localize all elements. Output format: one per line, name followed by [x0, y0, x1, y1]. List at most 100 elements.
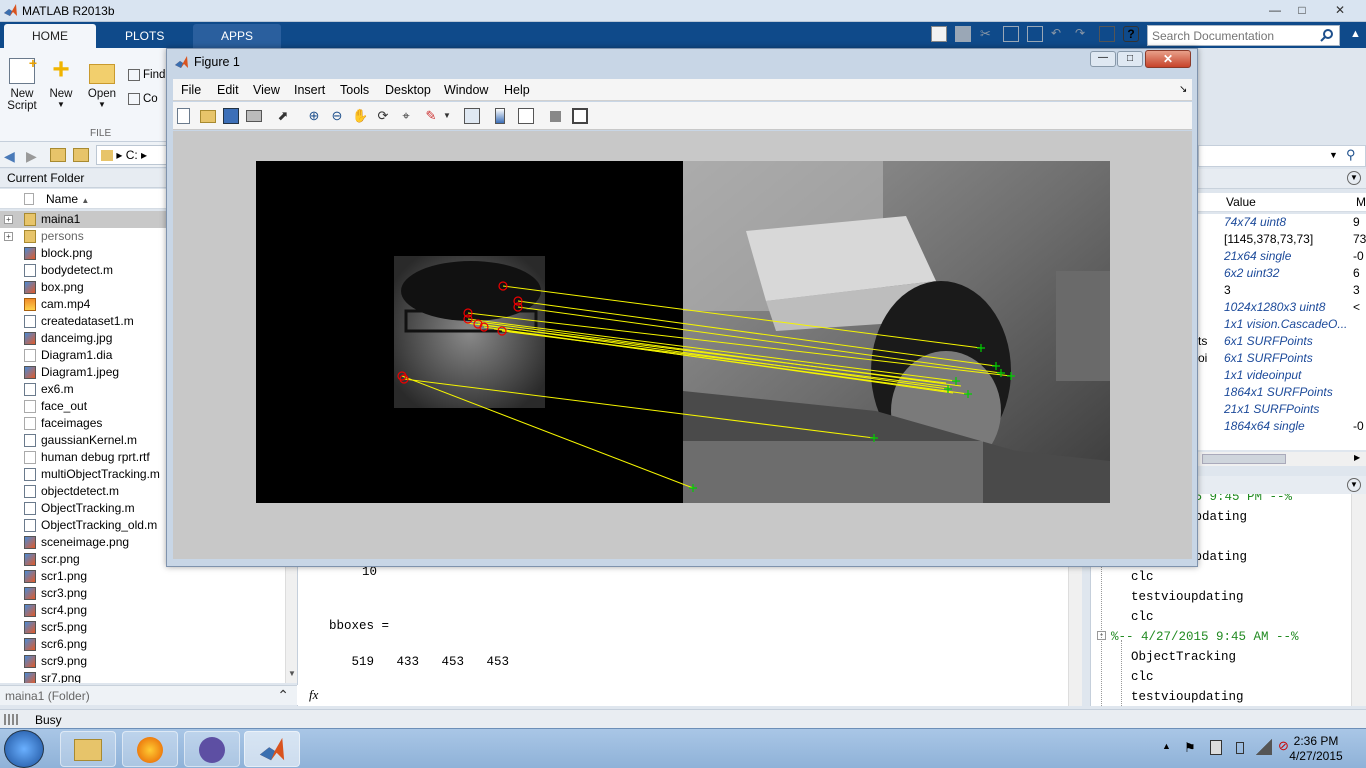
figure-close-button[interactable]: ✕	[1145, 50, 1191, 68]
paste-icon[interactable]	[1027, 26, 1043, 42]
menu-tools[interactable]: Tools	[340, 83, 369, 97]
maximize-button[interactable]: □	[1290, 2, 1314, 18]
history-command[interactable]: clc	[1131, 610, 1154, 624]
dropdown-arrow-icon[interactable]: ▼	[1329, 150, 1338, 160]
path-field[interactable]: ▸ C: ▸	[96, 145, 168, 165]
tab-plots[interactable]: PLOTS	[97, 24, 192, 48]
command-scrollbar[interactable]	[1068, 565, 1082, 706]
open-file-icon[interactable]	[200, 110, 216, 123]
expand-folder-icon[interactable]: +	[4, 215, 13, 224]
menu-help[interactable]: Help	[504, 83, 530, 97]
history-command[interactable]: testvioupdating	[1131, 590, 1244, 604]
copy-icon[interactable]	[1003, 26, 1019, 42]
history-command[interactable]: ObjectTracking	[1131, 650, 1236, 664]
open-button[interactable]: Open ▼	[85, 58, 119, 109]
switch-window-icon[interactable]	[1099, 26, 1115, 42]
start-button[interactable]	[4, 730, 44, 768]
help-icon[interactable]: ?	[1123, 26, 1139, 42]
find-files-button[interactable]: Find	[128, 69, 165, 81]
command-window[interactable]: 10 bboxes = 519 433 453 453	[297, 565, 1082, 706]
layout-icon[interactable]	[931, 26, 947, 42]
explorer-taskbar-button[interactable]	[60, 731, 116, 767]
workspace-row[interactable]: 1864x64 single -0	[1198, 418, 1366, 435]
network-icon[interactable]	[1256, 739, 1272, 755]
cut-icon[interactable]: ✂	[980, 26, 996, 42]
redo-icon[interactable]: ↷	[1075, 26, 1091, 42]
tab-apps[interactable]: APPS	[193, 24, 282, 48]
min-column-header[interactable]: M	[1356, 195, 1366, 209]
history-actions-icon[interactable]: ▼	[1347, 478, 1361, 492]
taskbar-clock[interactable]: 2:36 PM 4/27/2015	[1280, 734, 1352, 764]
search-icon[interactable]	[1320, 28, 1334, 42]
app-taskbar-button[interactable]	[184, 731, 240, 767]
zoom-out-icon[interactable]: ⊖	[329, 108, 345, 124]
ribbon-collapse-icon[interactable]: ▲	[1350, 28, 1362, 40]
expand-folder-icon[interactable]: +	[4, 232, 13, 241]
file-type-column-icon[interactable]	[24, 193, 34, 205]
file-row[interactable]: scr1.png	[0, 568, 285, 585]
name-column-header[interactable]: Name ▲	[46, 192, 89, 206]
documentation-search-input[interactable]	[1147, 25, 1340, 46]
menu-edit[interactable]: Edit	[217, 83, 239, 97]
menu-desktop[interactable]: Desktop	[385, 83, 431, 97]
history-command[interactable]: clc	[1131, 570, 1154, 584]
search-icon[interactable]: ⚲	[1346, 147, 1356, 163]
workspace-row[interactable]: 1x1 videoinput	[1198, 367, 1366, 384]
file-row[interactable]: scr5.png	[0, 619, 285, 636]
minimize-button[interactable]: —	[1263, 2, 1287, 18]
new-script-button[interactable]: + New Script	[4, 55, 40, 112]
firefox-taskbar-button[interactable]	[122, 731, 178, 767]
history-command[interactable]: clc	[1131, 670, 1154, 684]
menu-window[interactable]: Window	[444, 83, 488, 97]
file-row[interactable]: scr4.png	[0, 602, 285, 619]
expand-details-icon[interactable]: ⌃	[277, 687, 289, 704]
legend-icon[interactable]	[518, 108, 534, 124]
undo-icon[interactable]: ↶	[1051, 26, 1067, 42]
show-tools-icon[interactable]	[572, 108, 588, 124]
brush-icon[interactable]: ✎	[423, 108, 439, 124]
close-button[interactable]: ✕	[1328, 2, 1352, 18]
data-cursor-icon[interactable]: ⌖	[398, 108, 414, 124]
matlab-taskbar-button[interactable]	[244, 731, 300, 767]
forward-icon[interactable]: ▶	[26, 148, 37, 165]
workspace-row[interactable]: 6x2 uint32 6	[1198, 265, 1366, 282]
browse-folder-icon[interactable]	[73, 148, 89, 162]
back-icon[interactable]: ◀	[4, 148, 15, 165]
link-plot-icon[interactable]	[464, 108, 480, 124]
file-row[interactable]: scr9.png	[0, 653, 285, 670]
menu-view[interactable]: View	[253, 83, 280, 97]
workspace-row[interactable]: 1x1 vision.CascadeO...	[1198, 316, 1366, 333]
scroll-right-icon[interactable]: ▶	[1354, 453, 1360, 462]
workspace-row[interactable]: ts 6x1 SURFPoints	[1198, 333, 1366, 350]
feature-match-axes[interactable]	[256, 161, 1110, 503]
workspace-row[interactable]: oi 6x1 SURFPoints	[1198, 350, 1366, 367]
dock-icon[interactable]: ↘	[1179, 84, 1187, 95]
workspace-row[interactable]: 21x64 single -0	[1198, 248, 1366, 265]
pan-icon[interactable]: ✋	[352, 108, 368, 124]
edit-plot-icon[interactable]: ⬈	[275, 108, 291, 124]
tab-home[interactable]: HOME	[4, 24, 96, 48]
up-folder-icon[interactable]	[50, 148, 66, 162]
workspace-filter-input[interactable]: ▼ ⚲	[1198, 145, 1366, 167]
menu-file[interactable]: File	[181, 83, 201, 97]
figure-window[interactable]: Figure 1 — □ ✕ File Edit View Insert Too…	[166, 48, 1198, 567]
device-icon[interactable]	[1210, 740, 1222, 755]
workspace-actions-icon[interactable]: ▼	[1347, 171, 1361, 185]
figure-canvas[interactable]	[173, 131, 1192, 559]
value-column-header[interactable]: Value	[1226, 195, 1256, 209]
history-command[interactable]: testvioupdating	[1131, 690, 1244, 704]
colorbar-icon[interactable]	[495, 108, 505, 124]
workspace-row[interactable]: 1024x1280x3 uint8 <	[1198, 299, 1366, 316]
file-row[interactable]: scr6.png	[0, 636, 285, 653]
brush-dropdown-icon[interactable]: ▼	[439, 108, 455, 124]
file-row[interactable]: scr3.png	[0, 585, 285, 602]
new-button[interactable]: + New ▼	[45, 55, 77, 110]
save-figure-icon[interactable]	[223, 108, 239, 124]
battery-icon[interactable]	[1236, 742, 1244, 754]
workspace-row[interactable]: 21x1 SURFPoints	[1198, 401, 1366, 418]
scroll-down-icon[interactable]: ▼	[288, 669, 296, 678]
rotate-3d-icon[interactable]: ⟳	[375, 108, 391, 124]
workspace-scrollbar[interactable]: ▶	[1198, 452, 1366, 466]
folder-details-bar[interactable]: maina1 (Folder) ⌃	[0, 685, 297, 705]
history-scrollbar[interactable]	[1351, 494, 1366, 706]
